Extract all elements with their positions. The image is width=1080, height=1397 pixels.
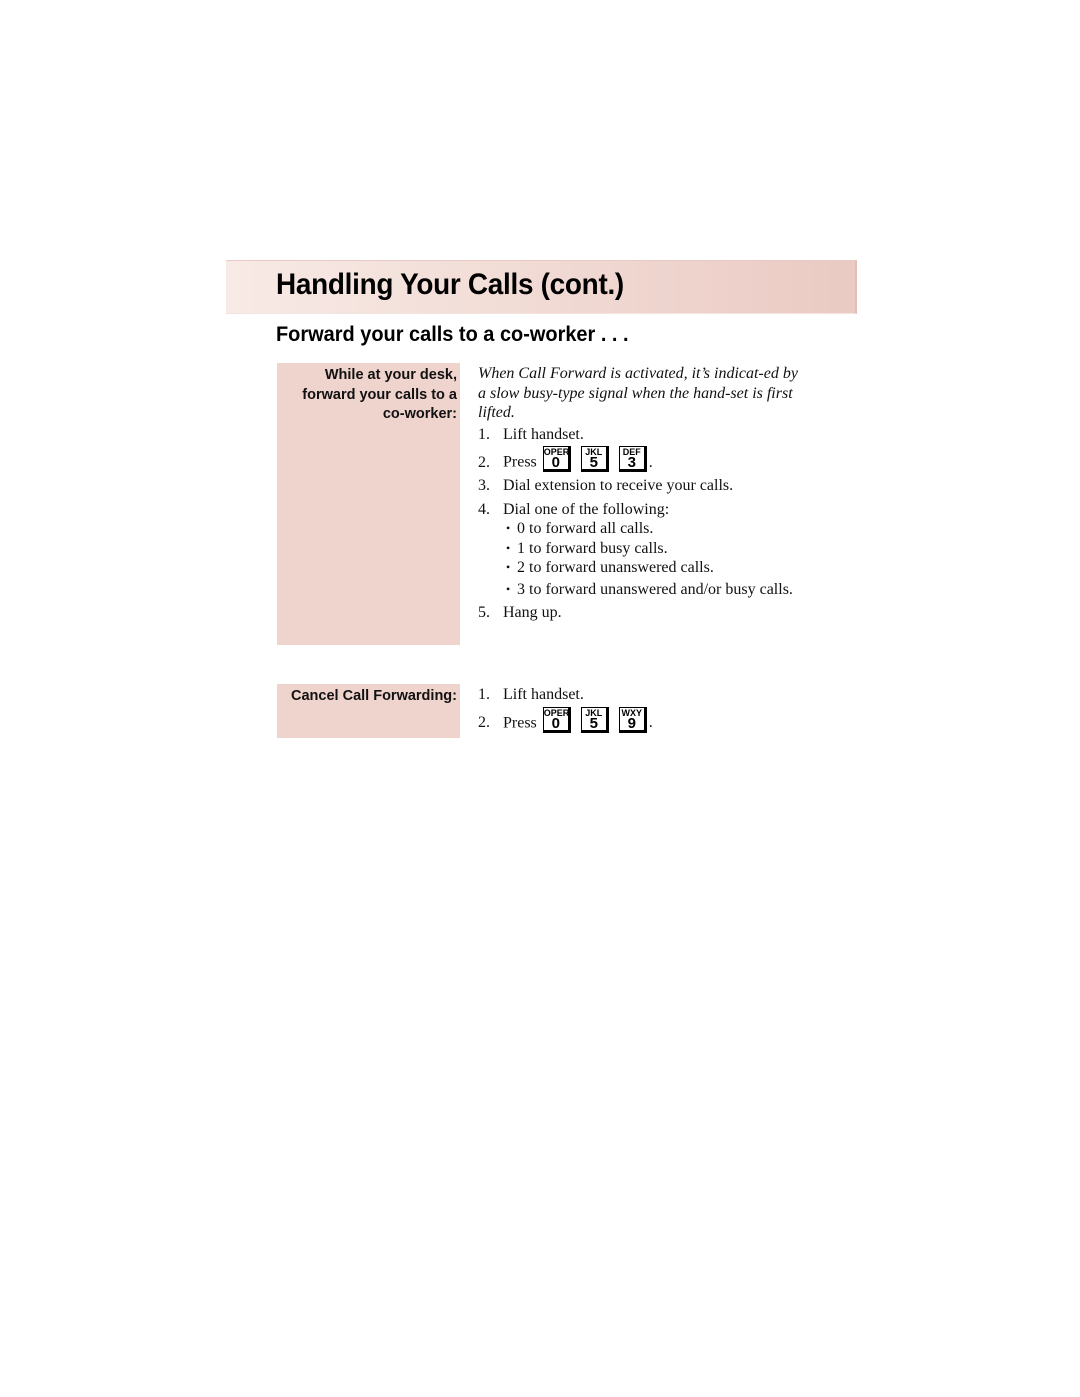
bullet-icon: • [506,560,511,574]
step-text: Dial extension to receive your calls. [503,477,734,494]
list-item: • 0 to forward all calls. [506,520,654,537]
section-title: Forward your calls to a co-worker . . . [276,323,629,346]
step-text: Press [503,714,537,731]
dial-key-0-icon: OPER 0 [542,706,571,733]
cancel-sidebar-label: Cancel Call Forwarding: [277,684,460,738]
step-number: 1. [478,686,490,703]
step-text: Press [503,453,537,471]
step-number: 2. [478,714,490,731]
bullet-icon: • [506,581,511,596]
dial-key-5-icon: JKL 5 [580,706,609,733]
period: . [648,714,653,731]
step-number: 3. [478,477,490,494]
dial-key-3-icon: DEF 3 [618,446,647,472]
step-5: 5. Hang up. [478,603,808,623]
list-item: • 2 to forward unanswered calls. [506,559,714,576]
dial-key-9-icon: WXY 9 [618,706,647,733]
step-1: 1. Lift handset. [478,425,808,445]
step-number: 4. [478,500,490,518]
key-sequence: OPER 0 JKL 5 WXY 9 [542,706,647,733]
step-number: 1. [478,425,490,443]
key-sequence: OPER 0 JKL 5 DEF 3 [542,446,647,472]
dial-key-0-icon: OPER 0 [542,446,571,472]
cancel-instructions: 1. Lift handset. 2. Press OPER 0 JKL 5 WXY… [478,685,808,733]
page-title: Handling Your Calls (cont.) [276,268,624,301]
step-4: 4. Dial one of the following: [478,500,808,520]
step-2: 2. Press OPER 0 JKL 5 DEF 3 . [478,446,808,472]
step-text: Lift handset. [503,686,584,703]
step-text: Lift handset. [503,425,584,443]
step-text: Dial one of the following: [503,500,670,518]
bullet-icon: • [506,540,511,555]
step-3: 3. Dial extension to receive your calls. [478,476,808,496]
dial-key-5-icon: JKL 5 [580,446,609,472]
forward-options-list: • 0 to forward all calls. • 1 to forward b… [503,519,808,599]
step-number: 5. [478,604,490,621]
step-2: 2. Press OPER 0 JKL 5 WXY 9 . [478,706,808,733]
forward-instructions: When Call Forward is activated, it’s ind… [478,364,808,623]
intro-note: When Call Forward is activated, it’s ind… [478,365,798,421]
list-item: • 3 to forward unanswered and/or busy cal… [506,580,793,598]
step-1: 1. Lift handset. [478,685,808,705]
period: . [648,453,653,471]
step-text: Hang up. [503,604,562,621]
forward-sidebar-label: While at your desk, forward your calls t… [277,363,460,645]
list-item: • 1 to forward busy calls. [506,539,668,557]
bullet-icon: • [506,521,511,535]
step-number: 2. [478,453,490,471]
